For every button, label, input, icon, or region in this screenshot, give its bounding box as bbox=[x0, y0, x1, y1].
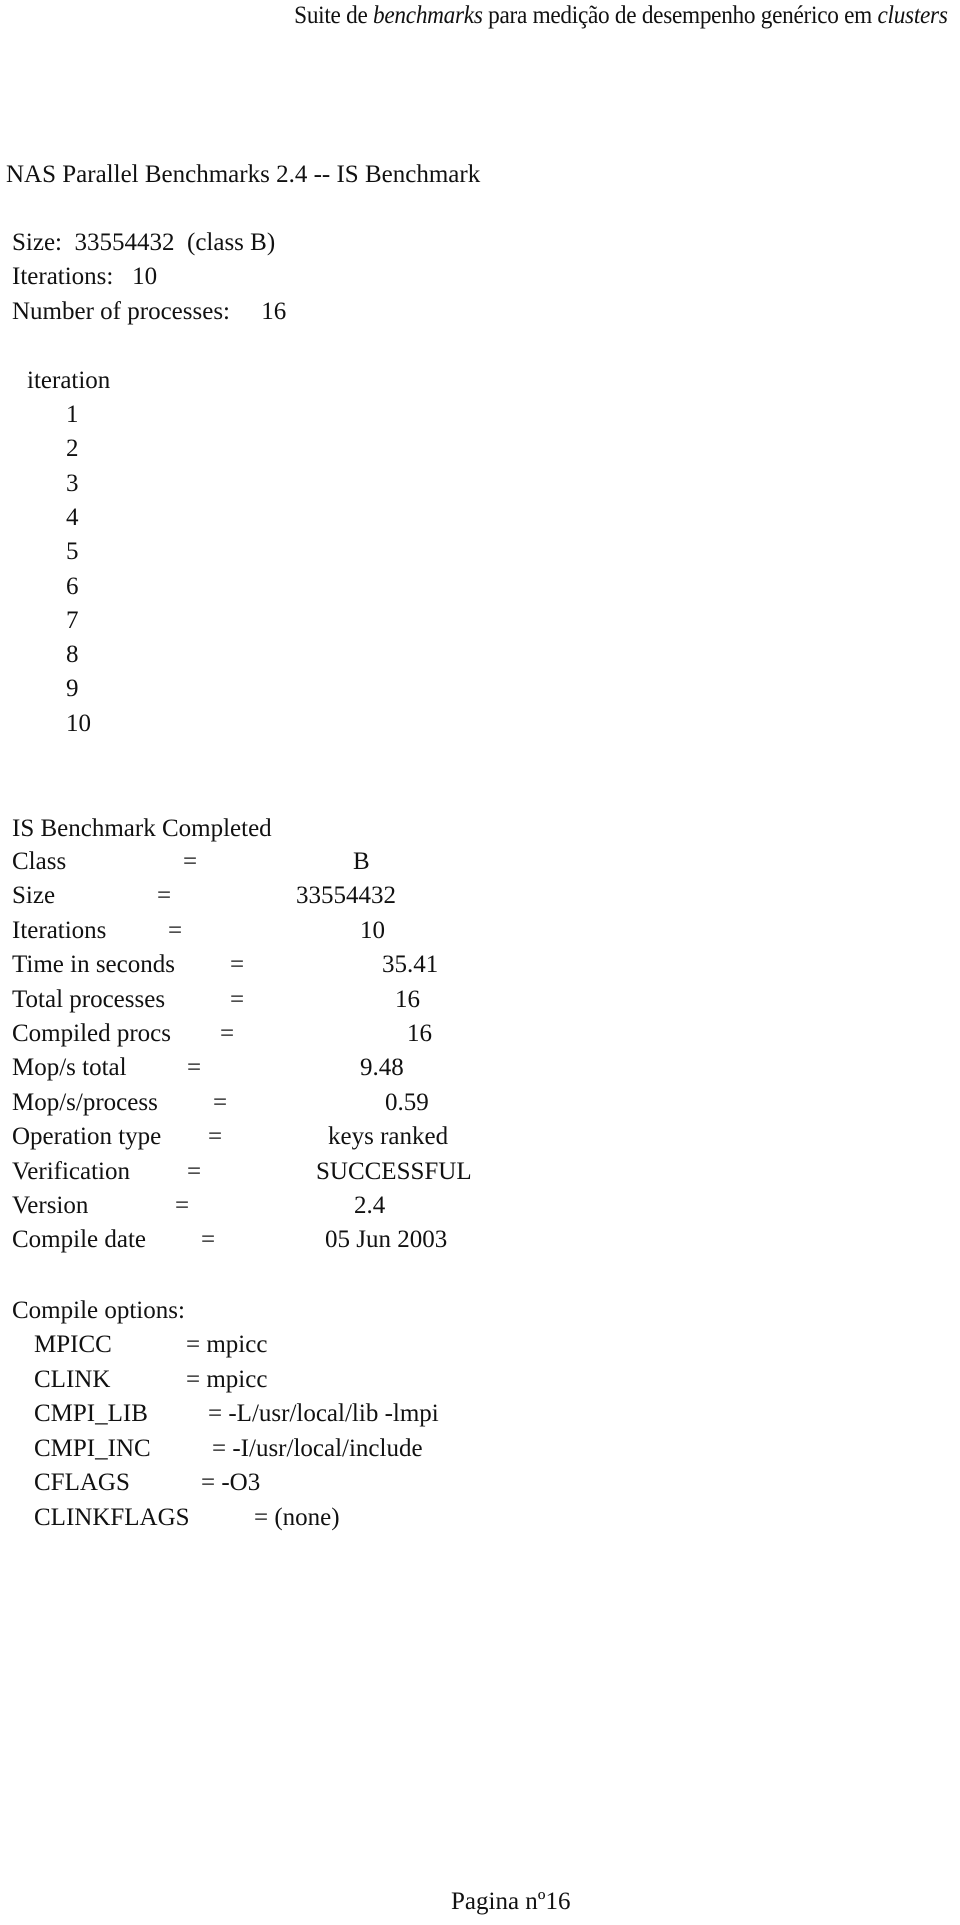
iteration-number: 10 bbox=[66, 709, 91, 737]
result-label: Total processes bbox=[12, 985, 166, 1013]
result-label: Time in seconds bbox=[12, 951, 175, 979]
compile-option-label: CMPI_INC bbox=[34, 1434, 151, 1462]
result-equals: = bbox=[183, 848, 198, 875]
result-equals: = bbox=[187, 1157, 202, 1185]
result-value: 16 bbox=[407, 1020, 432, 1047]
compile-option-value: = -O3 bbox=[201, 1469, 261, 1496]
result-value: 9.48 bbox=[360, 1054, 404, 1082]
compile-option-label: CLINK bbox=[34, 1365, 111, 1393]
result-equals: = bbox=[208, 1123, 223, 1151]
header-italic-clusters: clusters bbox=[877, 2, 948, 29]
page-number: Pagina nº16 bbox=[451, 1888, 571, 1915]
iteration-number: 4 bbox=[66, 503, 79, 531]
processes-line: Number of processes: 16 bbox=[12, 298, 287, 325]
iterations-line: Iterations: 10 bbox=[12, 263, 158, 290]
result-equals: = bbox=[187, 1054, 202, 1082]
result-label: Version bbox=[12, 1192, 89, 1219]
result-equals: = bbox=[157, 882, 172, 910]
result-label: Class bbox=[12, 848, 67, 875]
iteration-number: 5 bbox=[66, 538, 79, 566]
result-label: Size bbox=[12, 882, 56, 910]
result-label: Operation type bbox=[12, 1123, 162, 1151]
compile-option-value: = -I/usr/local/include bbox=[212, 1434, 423, 1462]
running-header: Suite de benchmarks para medição de dese… bbox=[294, 2, 949, 30]
result-equals: = bbox=[213, 1088, 228, 1116]
header-text: Suite de bbox=[294, 2, 374, 29]
result-equals: = bbox=[220, 1020, 235, 1047]
size-line: Size: 33554432 (class B) bbox=[12, 229, 276, 256]
compile-option-label: CLINKFLAGS bbox=[34, 1503, 190, 1531]
result-value: 2.4 bbox=[354, 1192, 386, 1219]
compile-option-value: = (none) bbox=[254, 1503, 340, 1531]
result-label: Mop/s total bbox=[12, 1054, 127, 1082]
compile-option-value: = mpicc bbox=[186, 1331, 268, 1358]
compile-option-label: CMPI_LIB bbox=[34, 1400, 148, 1427]
iteration-number: 7 bbox=[66, 606, 79, 634]
compile-option-value: = -L/usr/local/lib -lmpi bbox=[208, 1400, 439, 1427]
completed-title: IS Benchmark Completed bbox=[12, 815, 272, 842]
result-label: Compile date bbox=[12, 1226, 146, 1254]
result-label: Mop/s/process bbox=[12, 1088, 158, 1116]
report-title: NAS Parallel Benchmarks 2.4 -- IS Benchm… bbox=[6, 161, 481, 188]
result-value: 0.59 bbox=[385, 1088, 429, 1116]
result-value: 35.41 bbox=[382, 951, 439, 979]
result-label: Iterations bbox=[12, 916, 107, 944]
result-equals: = bbox=[230, 951, 245, 979]
result-value: 33554432 bbox=[296, 882, 396, 910]
result-equals: = bbox=[168, 916, 183, 944]
iteration-number: 3 bbox=[66, 469, 79, 497]
iteration-number: 8 bbox=[66, 641, 79, 669]
result-value: 05 Jun 2003 bbox=[325, 1226, 448, 1254]
result-equals: = bbox=[175, 1192, 190, 1219]
result-equals: = bbox=[230, 985, 245, 1013]
iteration-number: 9 bbox=[66, 675, 79, 703]
iteration-header: iteration bbox=[27, 367, 111, 394]
iteration-number: 6 bbox=[66, 572, 79, 600]
compile-option-value: = mpicc bbox=[186, 1365, 268, 1393]
result-equals: = bbox=[201, 1226, 216, 1254]
result-value: 16 bbox=[395, 985, 420, 1013]
compile-options-title: Compile options: bbox=[12, 1297, 185, 1324]
result-label: Compiled procs bbox=[12, 1020, 172, 1047]
header-text: para medição de desempenho genérico em bbox=[483, 2, 878, 29]
result-value: 10 bbox=[360, 916, 385, 944]
compile-option-label: CFLAGS bbox=[34, 1469, 130, 1496]
compile-option-label: MPICC bbox=[34, 1331, 112, 1358]
iteration-number: 1 bbox=[66, 401, 79, 428]
header-italic-benchmarks: benchmarks bbox=[373, 2, 484, 29]
result-value: SUCCESSFUL bbox=[316, 1157, 472, 1185]
iteration-number: 2 bbox=[66, 435, 79, 463]
result-value: B bbox=[353, 848, 370, 875]
result-value: keys ranked bbox=[328, 1123, 449, 1151]
result-label: Verification bbox=[12, 1157, 131, 1185]
